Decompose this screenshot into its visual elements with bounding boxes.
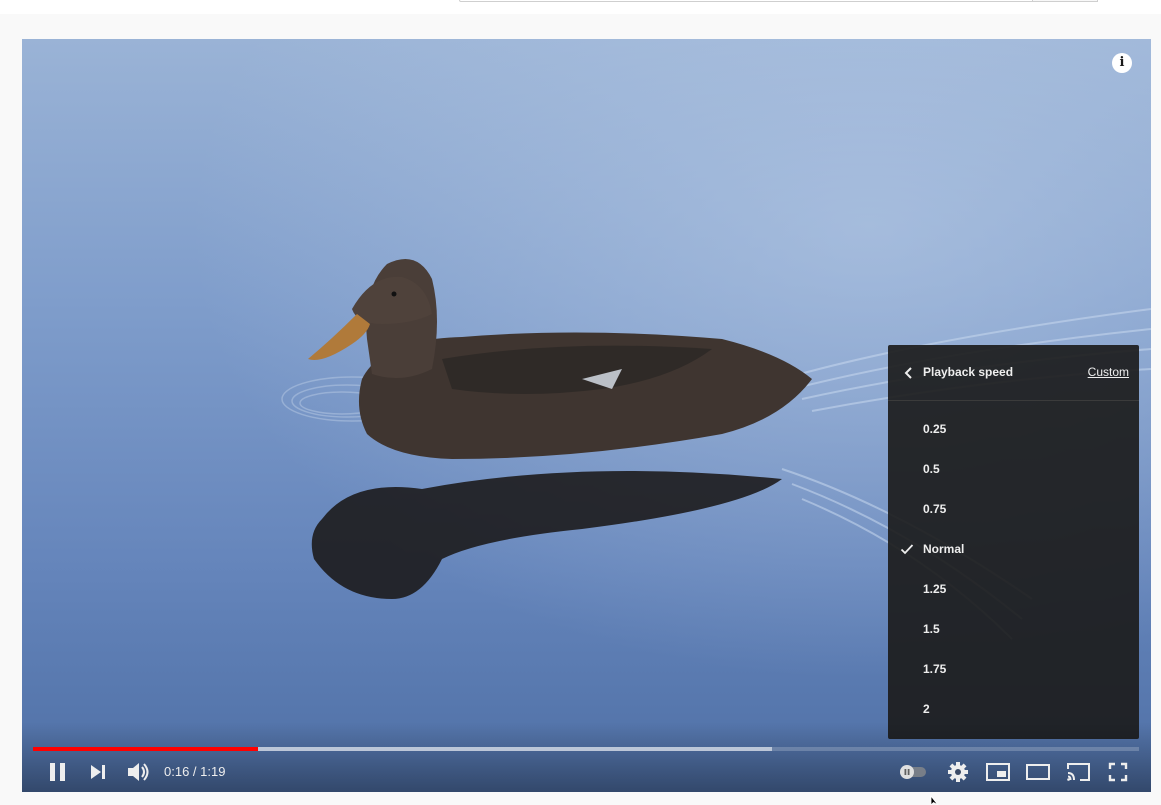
next-button[interactable] bbox=[80, 753, 116, 792]
pause-icon bbox=[50, 763, 65, 781]
speed-option-0.75[interactable]: 0.75 bbox=[888, 489, 1139, 529]
menu-title: Playback speed bbox=[923, 365, 1014, 379]
volume-button[interactable] bbox=[120, 753, 156, 792]
check-icon bbox=[900, 544, 914, 555]
back-button[interactable]: Playback speed bbox=[898, 360, 1028, 386]
autoplay-toggle[interactable] bbox=[894, 753, 930, 792]
speed-option-1.25[interactable]: 1.25 bbox=[888, 569, 1139, 609]
custom-speed-link[interactable]: Custom bbox=[1088, 365, 1129, 379]
speed-label: 0.5 bbox=[923, 462, 940, 476]
speed-option-0.25[interactable]: 0.25 bbox=[888, 409, 1139, 449]
volume-icon bbox=[128, 763, 149, 781]
info-icon[interactable]: i bbox=[1112, 53, 1132, 73]
cast-button[interactable] bbox=[1060, 753, 1096, 792]
control-bar: 0:16 / 1:19 bbox=[22, 753, 1151, 792]
speed-option-1.75[interactable]: 1.75 bbox=[888, 649, 1139, 689]
theater-icon bbox=[1026, 764, 1050, 780]
gear-icon bbox=[948, 762, 968, 782]
speed-label: 1.25 bbox=[923, 582, 947, 596]
speed-option-normal[interactable]: Normal bbox=[888, 529, 1139, 569]
settings-button[interactable] bbox=[940, 753, 976, 792]
search-input[interactable] bbox=[459, 0, 1033, 2]
cast-icon bbox=[1067, 763, 1090, 781]
duration: 1:19 bbox=[200, 764, 226, 779]
playback-speed-menu: Playback speed Custom 0.25 0.5 0.75 Norm… bbox=[888, 345, 1139, 739]
speed-label: 2 bbox=[923, 702, 930, 716]
speed-list: 0.25 0.5 0.75 Normal 1.25 1.5 1.75 2 bbox=[888, 409, 1139, 729]
speed-label: 0.75 bbox=[923, 502, 947, 516]
speed-label: 1.5 bbox=[923, 622, 940, 636]
menu-header: Playback speed Custom bbox=[888, 345, 1139, 401]
speed-label: 1.75 bbox=[923, 662, 947, 676]
progress-bar[interactable] bbox=[33, 747, 1139, 751]
progress-played bbox=[33, 747, 258, 751]
time-separator: / bbox=[189, 764, 201, 779]
miniplayer-button[interactable] bbox=[980, 753, 1016, 792]
autoplay-toggle-icon bbox=[900, 765, 926, 779]
time-display: 0:16 / 1:19 bbox=[164, 764, 225, 779]
speed-option-1.5[interactable]: 1.5 bbox=[888, 609, 1139, 649]
fullscreen-icon bbox=[1108, 762, 1128, 782]
video-player[interactable]: i Playback speed Custom 0.25 0.5 0.75 No… bbox=[22, 39, 1151, 792]
next-icon bbox=[91, 765, 105, 779]
fullscreen-button[interactable] bbox=[1100, 753, 1136, 792]
mouse-cursor-icon bbox=[930, 796, 939, 805]
masthead bbox=[0, 0, 1161, 14]
chevron-left-icon bbox=[904, 367, 912, 379]
current-time: 0:16 bbox=[164, 764, 190, 779]
search-button[interactable] bbox=[1033, 0, 1098, 2]
theater-mode-button[interactable] bbox=[1020, 753, 1056, 792]
speed-label: Normal bbox=[923, 542, 965, 556]
pause-button[interactable] bbox=[40, 753, 76, 792]
speed-label: 0.25 bbox=[923, 422, 947, 436]
speed-option-0.5[interactable]: 0.5 bbox=[888, 449, 1139, 489]
miniplayer-icon bbox=[986, 763, 1010, 781]
